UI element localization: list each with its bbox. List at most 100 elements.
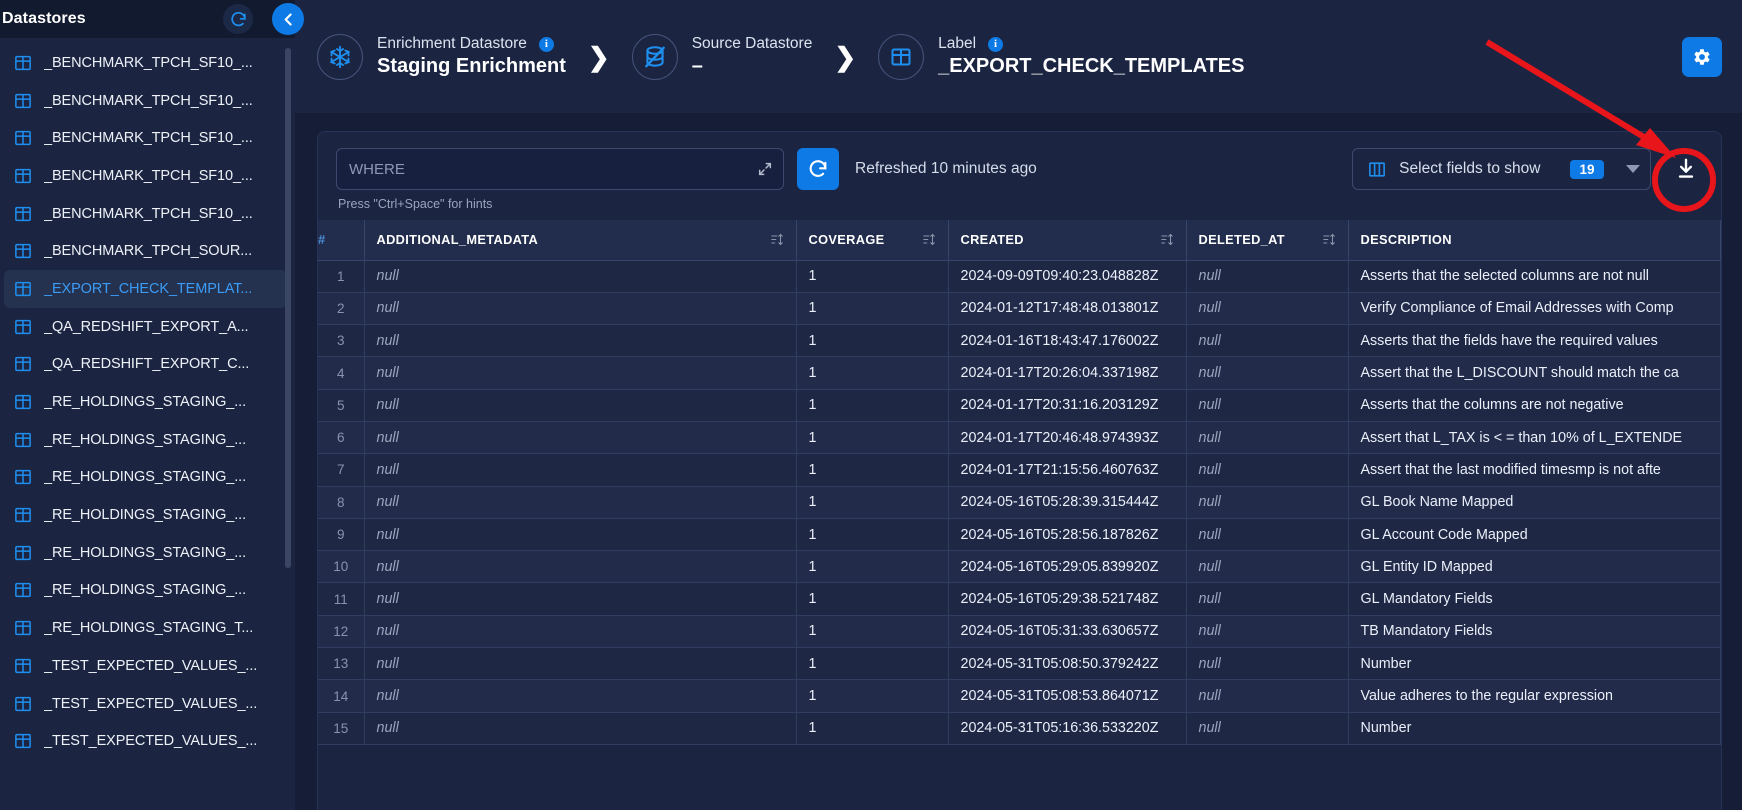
sidebar-item-datastore[interactable]: _RE_HOLDINGS_STAGING_... bbox=[4, 421, 287, 459]
cell-deleted_at: null bbox=[1186, 356, 1349, 390]
cell-idx: 10 bbox=[318, 550, 365, 584]
cell-coverage: 1 bbox=[796, 324, 949, 358]
column-header-coverage[interactable]: COVERAGE bbox=[796, 220, 949, 261]
sidebar-item-datastore[interactable]: _BENCHMARK_TPCH_SF10_... bbox=[4, 82, 287, 120]
sidebar-item-datastore[interactable]: _QA_REDSHIFT_EXPORT_A... bbox=[4, 308, 287, 346]
info-icon[interactable]: i bbox=[988, 36, 1004, 52]
sort-icon[interactable] bbox=[922, 232, 936, 247]
breadcrumb-icon-circle bbox=[317, 33, 363, 80]
table-row[interactable]: 12 null 1 2024-05-16T05:31:33.630657Z null TB… bbox=[318, 615, 1721, 649]
sidebar-item-datastore[interactable]: _BENCHMARK_TPCH_SF10_... bbox=[4, 119, 287, 157]
where-hint: Press "Ctrl+Space" for hints bbox=[338, 197, 493, 211]
column-header-label: # bbox=[318, 232, 326, 248]
table-row[interactable]: 6 null 1 2024-01-17T20:46:48.974393Z null Ass… bbox=[318, 421, 1721, 455]
sidebar-item-datastore[interactable]: _RE_HOLDINGS_STAGING_... bbox=[4, 496, 287, 534]
sort-icon[interactable] bbox=[770, 232, 784, 247]
cell-coverage: 1 bbox=[796, 518, 949, 552]
sidebar-item-datastore[interactable]: _RE_HOLDINGS_STAGING_T... bbox=[4, 609, 287, 647]
sidebar-scrollbar[interactable] bbox=[285, 48, 291, 568]
chevron-down-icon[interactable] bbox=[1625, 165, 1640, 173]
column-header-deleted_at[interactable]: DELETED_AT bbox=[1186, 220, 1349, 261]
gear-icon bbox=[1693, 48, 1710, 65]
breadcrumb-kind-row: Enrichment Datastore i bbox=[377, 35, 566, 53]
cell-description: Verify Compliance of Email Addresses wit… bbox=[1348, 292, 1721, 326]
table-row[interactable]: 4 null 1 2024-01-17T20:26:04.337198Z null Ass… bbox=[318, 356, 1721, 390]
table-row[interactable]: 10 null 1 2024-05-16T05:29:05.839920Z null GL… bbox=[318, 550, 1721, 584]
cell-description: Asserts that the fields have the require… bbox=[1348, 324, 1721, 358]
sidebar-item-datastore[interactable]: _RE_HOLDINGS_STAGING_... bbox=[4, 459, 287, 497]
table-row[interactable]: 13 null 1 2024-05-31T05:08:50.379242Z null Nu… bbox=[318, 647, 1721, 681]
cell-additional_metadata: null bbox=[364, 486, 797, 519]
where-placeholder: WHERE bbox=[349, 160, 405, 178]
table-row[interactable]: 11 null 1 2024-05-16T05:29:38.521748Z null GL… bbox=[318, 582, 1721, 616]
cell-additional_metadata: null bbox=[364, 356, 797, 390]
cell-deleted_at: null bbox=[1186, 389, 1349, 422]
cell-additional_metadata: null bbox=[364, 712, 797, 745]
cell-deleted_at: null bbox=[1186, 292, 1349, 326]
cell-created: 2024-01-17T20:26:04.337198Z bbox=[948, 356, 1187, 390]
settings-button[interactable] bbox=[1681, 36, 1722, 77]
sidebar-refresh-button[interactable] bbox=[223, 4, 253, 34]
table-icon bbox=[15, 696, 31, 711]
where-input[interactable]: WHERE bbox=[336, 148, 784, 190]
sidebar-item-datastore[interactable]: _EXPORT_CHECK_TEMPLAT... bbox=[4, 270, 287, 308]
column-header-additional_metadata[interactable]: ADDITIONAL_METADATA bbox=[364, 220, 797, 261]
info-icon[interactable]: i bbox=[538, 36, 554, 52]
cell-additional_metadata: null bbox=[364, 421, 797, 455]
sidebar-item-datastore[interactable]: _RE_HOLDINGS_STAGING_... bbox=[4, 572, 287, 610]
table-row[interactable]: 8 null 1 2024-05-16T05:28:39.315444Z null GL … bbox=[318, 486, 1721, 519]
sort-icon[interactable] bbox=[1160, 232, 1174, 247]
table-row[interactable]: 5 null 1 2024-01-17T20:31:16.203129Z null Ass… bbox=[318, 389, 1721, 422]
database-off-icon bbox=[644, 45, 665, 67]
table-row[interactable]: 7 null 1 2024-01-17T21:15:56.460763Z null Ass… bbox=[318, 453, 1721, 487]
breadcrumb-item[interactable]: Source Datastore – bbox=[631, 33, 812, 80]
sidebar-item-datastore[interactable]: _TEST_EXPECTED_VALUES_... bbox=[4, 647, 287, 685]
cell-deleted_at: null bbox=[1186, 550, 1349, 584]
expand-icon[interactable] bbox=[757, 161, 773, 177]
table-icon bbox=[15, 394, 31, 410]
table-icon bbox=[15, 507, 31, 523]
sidebar-collapse-button[interactable] bbox=[272, 3, 304, 35]
download-button[interactable] bbox=[1669, 152, 1703, 186]
sidebar-item-datastore[interactable]: _BENCHMARK_TPCH_SF10_... bbox=[4, 44, 287, 82]
sidebar-item-label: _RE_HOLDINGS_STAGING_... bbox=[44, 544, 247, 561]
table-row[interactable]: 15 null 1 2024-05-31T05:16:36.533220Z null Nu… bbox=[318, 712, 1721, 745]
breadcrumb-item[interactable]: Label i _EXPORT_CHECK_TEMPLATES bbox=[878, 33, 1244, 80]
cell-description: Assert that the L_DISCOUNT should match … bbox=[1348, 356, 1721, 390]
table-row[interactable]: 14 null 1 2024-05-31T05:08:53.864071Z null Va… bbox=[318, 679, 1721, 713]
sidebar-item-datastore[interactable]: _BENCHMARK_TPCH_SOUR... bbox=[4, 232, 287, 270]
sidebar-item-datastore[interactable]: _BENCHMARK_TPCH_SF10_... bbox=[4, 157, 287, 195]
table-row[interactable]: 9 null 1 2024-05-16T05:28:56.187826Z null GL … bbox=[318, 518, 1721, 552]
sidebar-item-datastore[interactable]: _RE_HOLDINGS_STAGING_... bbox=[4, 383, 287, 421]
where-filter-group: WHERE Press "Ctrl+Space" for hints bbox=[336, 148, 784, 211]
cell-idx: 9 bbox=[318, 518, 365, 552]
cell-deleted_at: null bbox=[1186, 615, 1349, 649]
sidebar-item-datastore[interactable]: _TEST_EXPECTED_VALUES_... bbox=[4, 722, 287, 760]
cell-deleted_at: null bbox=[1186, 324, 1349, 358]
cell-coverage: 1 bbox=[796, 712, 949, 745]
cell-created: 2024-05-16T05:28:56.187826Z bbox=[948, 518, 1187, 552]
cell-description: Asserts that the selected columns are no… bbox=[1348, 260, 1721, 293]
datastore-list[interactable]: _BENCHMARK_TPCH_SF10_... _BENCHMARK_TPCH_… bbox=[0, 38, 295, 810]
table-row[interactable]: 2 null 1 2024-01-12T17:48:48.013801Z null Ver… bbox=[318, 292, 1721, 326]
refresh-button[interactable] bbox=[797, 148, 839, 190]
toolbar-right-group: Select fields to show 19 bbox=[1352, 148, 1702, 190]
cell-coverage: 1 bbox=[796, 582, 949, 616]
column-header-created[interactable]: CREATED bbox=[948, 220, 1187, 261]
sidebar-item-datastore[interactable]: _BENCHMARK_TPCH_SF10_... bbox=[4, 195, 287, 233]
sidebar-item-datastore[interactable]: _RE_HOLDINGS_STAGING_... bbox=[4, 534, 287, 572]
cell-additional_metadata: null bbox=[364, 615, 797, 649]
cell-additional_metadata: null bbox=[364, 292, 797, 326]
table-icon bbox=[15, 357, 31, 372]
sidebar-item-datastore[interactable]: _TEST_EXPECTED_VALUES_... bbox=[4, 685, 287, 723]
sidebar-item-datastore[interactable]: _QA_REDSHIFT_EXPORT_C... bbox=[4, 346, 287, 384]
table-row[interactable]: 1 null 1 2024-09-09T09:40:23.048828Z null Ass… bbox=[318, 260, 1721, 293]
column-header-description[interactable]: DESCRIPTION bbox=[1348, 220, 1721, 261]
sort-icon[interactable] bbox=[1322, 232, 1336, 247]
breadcrumb-item[interactable]: Enrichment Datastore i Staging Enrichment bbox=[317, 33, 566, 80]
column-header-idx[interactable]: # bbox=[318, 220, 365, 261]
cell-coverage: 1 bbox=[796, 292, 949, 326]
records-table-container[interactable]: # ADDITIONAL_METADATA COVERAGE CREATED DELET… bbox=[318, 220, 1721, 810]
select-fields-dropdown[interactable]: Select fields to show 19 bbox=[1352, 148, 1651, 190]
table-row[interactable]: 3 null 1 2024-01-16T18:43:47.176002Z null Ass… bbox=[318, 324, 1721, 358]
